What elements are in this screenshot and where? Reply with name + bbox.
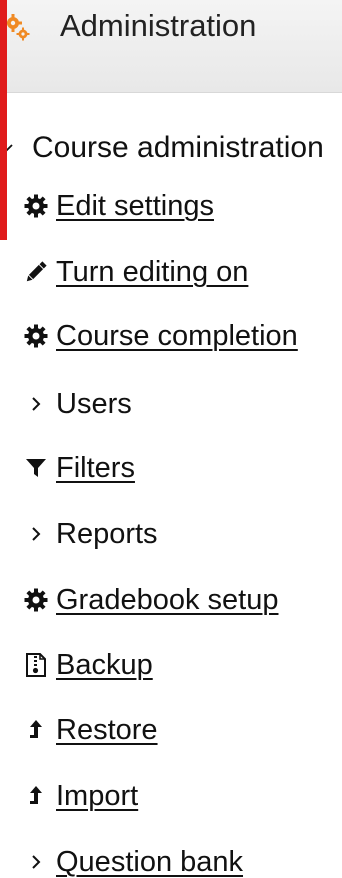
- turn-editing-on-link[interactable]: Turn editing on: [56, 252, 248, 292]
- nav-item-edit-settings[interactable]: Edit settings: [16, 184, 214, 228]
- users-label: Users: [56, 388, 132, 420]
- question-bank-link[interactable]: Question bank: [56, 842, 243, 878]
- active-accent-bar: [0, 0, 7, 240]
- block-header[interactable]: Administration: [0, 0, 342, 93]
- backup-link[interactable]: Backup: [56, 645, 153, 685]
- nav-item-reports[interactable]: Reports: [16, 512, 158, 556]
- chevron-right-icon: [16, 840, 56, 878]
- gear-icon: [16, 578, 56, 622]
- nav-item-turn-editing-on[interactable]: Turn editing on: [16, 250, 248, 294]
- nav-item-restore[interactable]: Restore: [16, 708, 158, 752]
- chevron-right-icon: [16, 382, 56, 426]
- nav-item-question-bank[interactable]: Question bank: [16, 840, 243, 878]
- nav-item-users[interactable]: Users: [16, 382, 132, 426]
- nav-item-gradebook-setup[interactable]: Gradebook setup: [16, 578, 278, 622]
- nav-item-course-completion[interactable]: Course completion: [16, 314, 298, 358]
- administration-block: Administration Course administration Edi…: [0, 0, 342, 878]
- gradebook-setup-link[interactable]: Gradebook setup: [56, 580, 278, 620]
- filters-link[interactable]: Filters: [56, 448, 135, 488]
- nav-item-filters[interactable]: Filters: [16, 446, 135, 490]
- chevron-right-icon: [16, 512, 56, 556]
- block-title: Administration: [60, 8, 257, 43]
- course-administration-node[interactable]: Course administration: [0, 124, 324, 172]
- upload-arrow-icon: [16, 774, 56, 818]
- filter-icon: [16, 446, 56, 490]
- gear-icon: [16, 314, 56, 358]
- gear-icon: [16, 184, 56, 228]
- upload-arrow-icon: [16, 708, 56, 752]
- archive-icon: [16, 643, 56, 687]
- reports-label: Reports: [56, 518, 158, 550]
- nav-item-backup[interactable]: Backup: [16, 643, 153, 687]
- course-completion-link[interactable]: Course completion: [56, 316, 298, 356]
- import-link[interactable]: Import: [56, 776, 138, 816]
- restore-link[interactable]: Restore: [56, 710, 158, 750]
- edit-settings-link[interactable]: Edit settings: [56, 186, 214, 226]
- nav-item-import[interactable]: Import: [16, 774, 138, 818]
- course-administration-label: Course administration: [32, 131, 324, 164]
- pencil-icon: [16, 250, 56, 294]
